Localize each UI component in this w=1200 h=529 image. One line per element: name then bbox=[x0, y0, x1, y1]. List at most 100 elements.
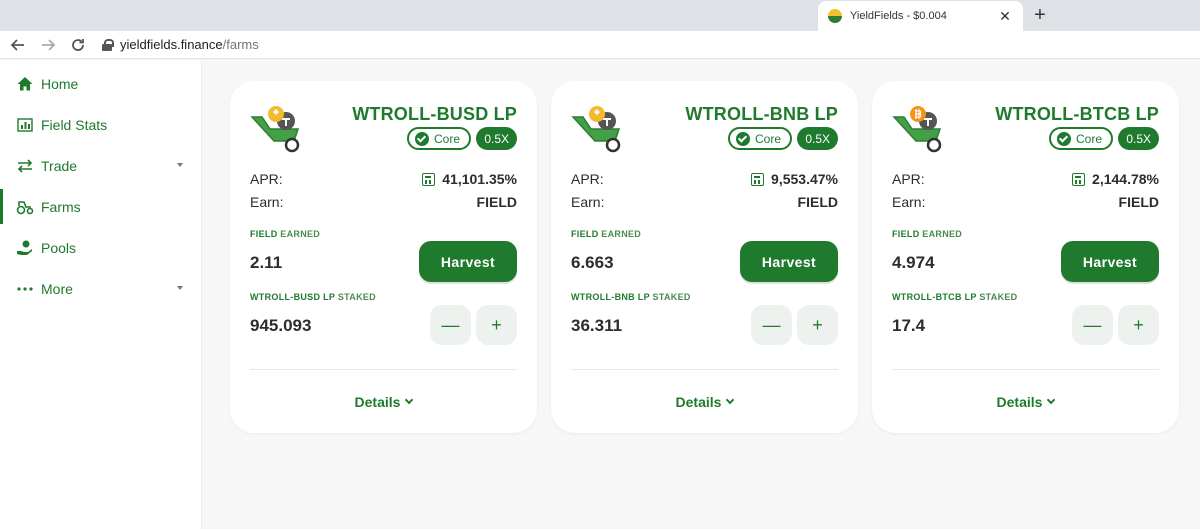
unstake-button[interactable]: — bbox=[430, 305, 471, 345]
sidebar-item-label: Pools bbox=[41, 239, 77, 256]
details-toggle[interactable]: Details bbox=[551, 394, 858, 410]
more-dots-icon bbox=[16, 280, 34, 298]
wheelbarrow-logo-icon bbox=[248, 103, 306, 153]
harvest-button[interactable]: Harvest bbox=[740, 241, 838, 282]
sidebar-item-label: More bbox=[41, 280, 73, 297]
check-badge-icon bbox=[735, 131, 750, 146]
apr-number: 2,144.78% bbox=[1092, 171, 1159, 187]
new-tab-button[interactable]: + bbox=[1030, 4, 1050, 27]
earned-label: FIELD EARNED bbox=[571, 229, 642, 239]
calculator-icon[interactable] bbox=[1072, 172, 1086, 186]
reload-icon[interactable] bbox=[66, 33, 90, 57]
earn-value: FIELD bbox=[797, 194, 838, 210]
url-field[interactable]: yieldfields.finance/farms bbox=[102, 37, 259, 52]
core-badge: Core bbox=[406, 127, 471, 150]
check-badge-icon bbox=[414, 131, 429, 146]
chevron-down-icon bbox=[177, 286, 183, 290]
divider bbox=[250, 369, 517, 370]
staked-label: WTROLL-BTCB LP STAKED bbox=[892, 292, 1018, 302]
stake-button[interactable]: + bbox=[1118, 305, 1159, 345]
close-icon[interactable]: ✕ bbox=[997, 8, 1013, 25]
multiplier-badge: 0.5X bbox=[1118, 127, 1159, 150]
staked-amount: 17.4 bbox=[892, 316, 926, 335]
swap-icon bbox=[16, 157, 34, 175]
core-label: Core bbox=[1075, 131, 1102, 146]
chevron-down-icon bbox=[177, 163, 183, 167]
calculator-icon[interactable] bbox=[422, 172, 436, 186]
core-label: Core bbox=[754, 131, 781, 146]
multiplier-badge: 0.5X bbox=[797, 127, 838, 150]
sidebar-item-more[interactable]: More bbox=[0, 268, 201, 309]
wheelbarrow-logo-icon bbox=[569, 103, 627, 153]
farm-title: WTROLL-BUSD LP bbox=[352, 104, 517, 124]
tab-title: YieldFields - $0.004 bbox=[850, 10, 947, 22]
sidebar-item-home[interactable]: Home bbox=[0, 63, 201, 104]
check-badge-icon bbox=[1056, 131, 1071, 146]
home-icon bbox=[16, 75, 34, 93]
farm-card: WTROLL-BNB LP Core 0.5X APR: 9,553.47% E… bbox=[551, 81, 858, 433]
details-label: Details bbox=[675, 394, 722, 410]
earn-label: Earn: bbox=[250, 194, 284, 210]
stake-button[interactable]: + bbox=[476, 305, 517, 345]
url-host: yieldfields.finance bbox=[120, 37, 223, 52]
sidebar-item-label: Farms bbox=[41, 198, 81, 215]
earned-label: FIELD EARNED bbox=[892, 229, 963, 239]
lock-icon bbox=[102, 38, 114, 51]
apr-value[interactable]: 9,553.47% bbox=[751, 171, 838, 187]
divider bbox=[892, 369, 1159, 370]
chevron-down-icon bbox=[405, 395, 414, 405]
details-toggle[interactable]: Details bbox=[872, 394, 1179, 410]
details-toggle[interactable]: Details bbox=[230, 394, 537, 410]
sidebar-item-label: Trade bbox=[41, 157, 78, 174]
core-badge: Core bbox=[1048, 127, 1113, 150]
favicon-icon bbox=[828, 9, 842, 23]
staked-amount: 945.093 bbox=[250, 316, 312, 335]
core-badge: Core bbox=[727, 127, 792, 150]
chevron-down-icon bbox=[726, 395, 735, 405]
sidebar-item-trade[interactable]: Trade bbox=[0, 145, 201, 186]
details-label: Details bbox=[354, 394, 401, 410]
tractor-icon bbox=[16, 198, 34, 216]
farm-title: WTROLL-BNB LP bbox=[685, 104, 838, 124]
earned-amount: 6.663 bbox=[571, 253, 614, 272]
sidebar-item-pools[interactable]: Pools bbox=[0, 227, 201, 268]
apr-label: APR: bbox=[250, 171, 283, 187]
harvest-button[interactable]: Harvest bbox=[419, 241, 517, 282]
chart-icon bbox=[16, 116, 34, 134]
farm-title: WTROLL-BTCB LP bbox=[995, 104, 1159, 124]
earned-amount: 4.974 bbox=[892, 253, 935, 272]
sidebar-item-label: Home bbox=[41, 75, 79, 92]
details-label: Details bbox=[996, 394, 1043, 410]
earn-value: FIELD bbox=[476, 194, 517, 210]
apr-label: APR: bbox=[892, 171, 925, 187]
staked-label: WTROLL-BUSD LP STAKED bbox=[250, 292, 376, 302]
calculator-icon[interactable] bbox=[751, 172, 765, 186]
farm-card: WTROLL-BUSD LP Core 0.5X APR: 41,101.35%… bbox=[230, 81, 537, 433]
sidebar-item-field-stats[interactable]: Field Stats bbox=[0, 104, 201, 145]
forward-arrow-icon[interactable] bbox=[36, 33, 60, 57]
url-path: /farms bbox=[222, 37, 259, 52]
apr-number: 41,101.35% bbox=[442, 171, 517, 187]
unstake-button[interactable]: — bbox=[751, 305, 792, 345]
apr-value[interactable]: 41,101.35% bbox=[422, 171, 517, 187]
back-arrow-icon[interactable] bbox=[6, 33, 30, 57]
browser-tabstrip: YieldFields - $0.004 ✕ + bbox=[0, 0, 1200, 31]
unstake-button[interactable]: — bbox=[1072, 305, 1113, 345]
stake-button[interactable]: + bbox=[797, 305, 838, 345]
sidebar: Home Field Stats Trade Farms Pools More bbox=[0, 60, 202, 529]
sidebar-item-label: Field Stats bbox=[41, 116, 108, 133]
address-bar: yieldfields.finance/farms bbox=[0, 31, 1200, 59]
browser-tab[interactable]: YieldFields - $0.004 ✕ bbox=[818, 1, 1023, 31]
earned-label: FIELD EARNED bbox=[250, 229, 321, 239]
core-label: Core bbox=[433, 131, 460, 146]
earn-label: Earn: bbox=[892, 194, 926, 210]
harvest-button[interactable]: Harvest bbox=[1061, 241, 1159, 282]
farm-card: WTROLL-BTCB LP Core 0.5X APR: 2,144.78% … bbox=[872, 81, 1179, 433]
sidebar-item-farms[interactable]: Farms bbox=[0, 186, 201, 227]
hand-coin-icon bbox=[16, 239, 34, 257]
apr-number: 9,553.47% bbox=[771, 171, 838, 187]
chevron-down-icon bbox=[1047, 395, 1056, 405]
earn-value: FIELD bbox=[1118, 194, 1159, 210]
staked-label: WTROLL-BNB LP STAKED bbox=[571, 292, 691, 302]
apr-value[interactable]: 2,144.78% bbox=[1072, 171, 1159, 187]
